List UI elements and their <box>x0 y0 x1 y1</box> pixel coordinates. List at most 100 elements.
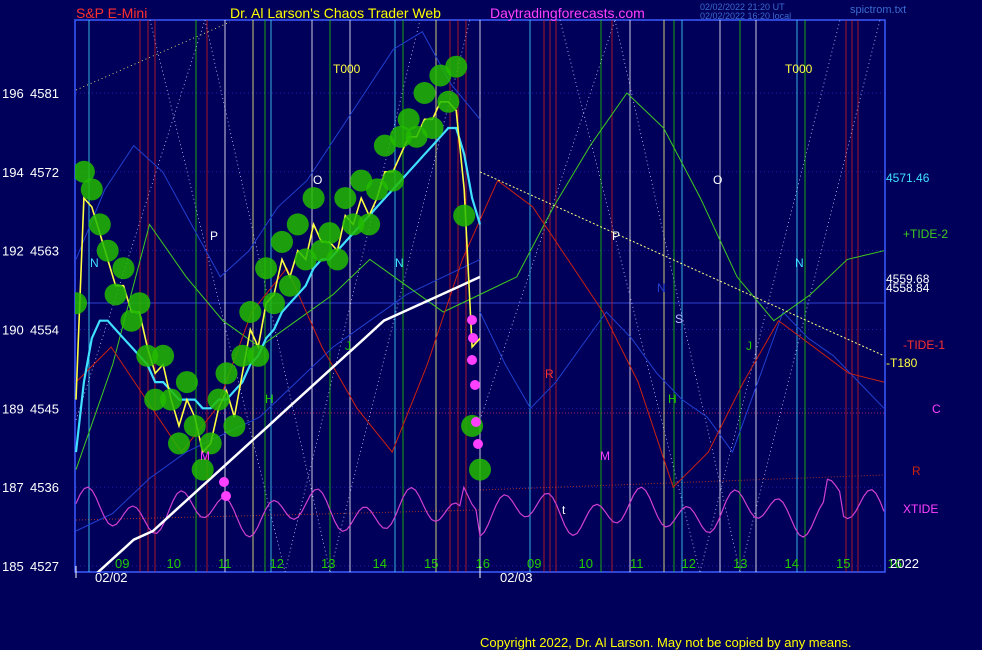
price-bar-point <box>381 169 404 192</box>
price-bar-point <box>168 432 190 455</box>
series-right-label: C <box>932 402 941 416</box>
price-bar-point <box>469 458 491 481</box>
symbol-title: S&P E-Mini <box>76 5 148 21</box>
y-tick-label-right: 4545 <box>30 401 59 416</box>
series-right-label: -TIDE-1 <box>903 338 945 352</box>
price-bar-point <box>278 274 301 297</box>
copyright-notice: Copyright 2022, Dr. Al Larson. May not b… <box>480 635 852 650</box>
chart-annotation: O <box>313 173 322 187</box>
series-right-label: -T180 <box>886 356 918 370</box>
price-bar-point <box>247 344 270 367</box>
price-marker <box>470 380 480 390</box>
price-bar-point <box>80 178 103 201</box>
chart-annotation: N <box>657 281 666 295</box>
price-bar-point <box>334 187 357 210</box>
price-bar-point <box>104 283 127 306</box>
x-tick-hour: 16 <box>476 556 490 571</box>
price-readout: 4558.84 <box>886 281 930 295</box>
y-tick-label-left: 187 <box>2 480 24 495</box>
reference-line-r <box>75 509 481 521</box>
chart-annotation: N <box>795 256 804 270</box>
chart-annotation: J <box>345 339 351 353</box>
price-bar-point <box>183 414 206 437</box>
chart-annotation: O <box>713 173 722 187</box>
chart-annotation: H <box>668 392 677 406</box>
site-domain[interactable]: Daytradingforecasts.com <box>490 5 645 21</box>
series-right-label: +TIDE-2 <box>903 227 948 241</box>
price-marker <box>471 417 481 427</box>
x-tick-hour: 12 <box>270 556 284 571</box>
y-tick-label-right: 4581 <box>30 86 59 101</box>
x-tick-hour: 12 <box>682 556 696 571</box>
series-right-label: XTIDE <box>903 502 938 516</box>
price-marker <box>467 355 477 365</box>
price-bar-point <box>445 55 468 78</box>
price-bar-point <box>302 187 325 210</box>
price-marker <box>467 315 477 325</box>
chart-annotation: T000 <box>785 62 813 76</box>
x-tick-hour: 10 <box>579 556 593 571</box>
timestamp-local: 02/02/2022 16:20 local <box>700 11 792 21</box>
chart-annotation: t <box>562 503 566 517</box>
price-bar-point <box>358 213 381 236</box>
fan-line <box>739 20 881 572</box>
price-bar-point <box>318 222 341 245</box>
y-tick-label-left: 192 <box>2 244 24 259</box>
x-tick-hour: 11 <box>630 556 644 571</box>
x-tick-hour: 15 <box>836 556 850 571</box>
series-right-label: R <box>912 464 921 478</box>
fan-line <box>479 20 616 421</box>
chaos-trader-chart: 185 4527 187 4536 189 4545 190 4554 192 4563 194 45… <box>2 19 948 585</box>
price-bar-point <box>461 414 484 437</box>
chart-annotation: J <box>746 339 752 353</box>
price-bar-point <box>75 292 87 315</box>
fan-line <box>614 20 741 572</box>
y-tick-label-left: 190 <box>2 323 24 338</box>
chart-annotation: R <box>545 367 554 381</box>
price-bar-point <box>88 213 111 236</box>
y-tick-label-right: 4554 <box>30 323 59 338</box>
price-bar-point <box>160 388 183 411</box>
chart-annotation: H <box>265 392 274 406</box>
price-bar-point <box>152 344 175 367</box>
price-bar-point <box>326 248 349 271</box>
price-bar-point <box>223 414 246 437</box>
price-bar-point <box>207 388 230 411</box>
y-tick-label-right: 4572 <box>30 165 59 180</box>
price-bar-point <box>413 82 436 104</box>
chart-annotation: T000 <box>333 62 361 76</box>
x-year-label: 2022 <box>890 556 919 571</box>
source-file: spictrom.txt <box>850 4 907 16</box>
price-marker <box>473 439 483 449</box>
x-tick-hour: 13 <box>321 556 335 571</box>
y-tick-label-right: 4536 <box>30 480 59 495</box>
x-tick-hour: 14 <box>785 556 799 571</box>
y-tick-label-right: 4563 <box>30 244 59 259</box>
x-tick-hour: 14 <box>373 556 387 571</box>
price-bar-point <box>453 204 476 227</box>
chart-annotation: M <box>200 449 210 463</box>
site-title: Dr. Al Larson's Chaos Trader Web <box>230 5 441 21</box>
x-tick-hour: 11 <box>218 556 232 571</box>
x-date-label: 02/02 <box>95 570 128 585</box>
x-tick-hour: 15 <box>424 556 438 571</box>
x-tick-hour: 10 <box>167 556 181 571</box>
chart-annotation: M <box>600 449 610 463</box>
price-bar-point <box>128 292 151 315</box>
fan-line <box>699 20 841 572</box>
price-bar-point <box>421 117 444 139</box>
x-tick-hour: 09 <box>115 556 129 571</box>
y-tick-label-left: 194 <box>2 165 24 180</box>
x-tick-hour: 09 <box>527 556 541 571</box>
y-tick-label-left: 185 <box>2 559 24 574</box>
price-bar-point <box>255 257 278 280</box>
price-bar-point <box>263 292 285 315</box>
price-marker <box>219 477 229 487</box>
chart-annotation: N <box>395 256 404 270</box>
price-readout: 4571.46 <box>886 171 930 185</box>
price-marker <box>221 491 231 501</box>
price-marker <box>468 333 478 343</box>
chart-annotation: N <box>90 256 99 270</box>
chart-annotation: P <box>612 229 620 243</box>
chart-annotation: P <box>210 229 218 243</box>
